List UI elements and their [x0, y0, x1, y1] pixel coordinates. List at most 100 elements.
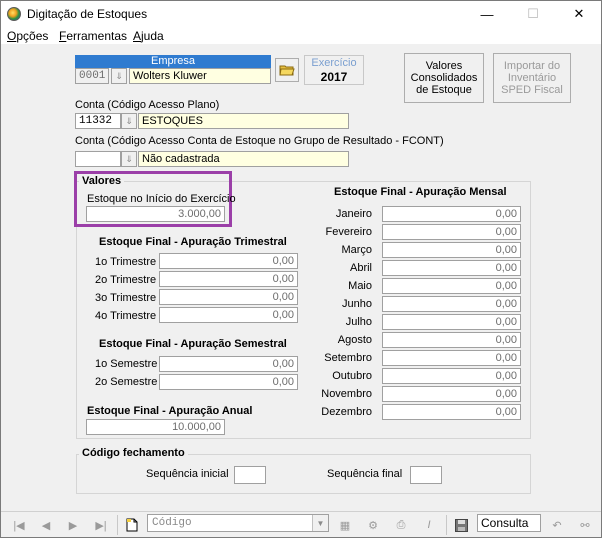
empresa-code-field[interactable]: 0001	[75, 68, 109, 84]
chevron-down-icon[interactable]: ▼	[312, 515, 328, 531]
binoculars-button: ⚯	[575, 515, 595, 535]
previous-record-button[interactable]: ◀	[36, 515, 56, 535]
month-label: Outubro	[332, 370, 372, 382]
month-label: Junho	[342, 298, 372, 310]
empresa-lookup-button[interactable]: ⇓	[111, 68, 127, 84]
month-label: Março	[341, 244, 372, 256]
anual-title: Estoque Final - Apuração Anual	[87, 405, 253, 417]
mensal-title: Estoque Final - Apuração Mensal	[334, 186, 507, 198]
conta-code-field[interactable]: 11332	[75, 113, 121, 129]
month-label: Dezembro	[321, 406, 372, 418]
minimize-button[interactable]: —	[465, 1, 509, 27]
toolbar-separator	[117, 515, 118, 535]
trimestre-2-label: 2o Trimestre	[95, 274, 157, 286]
trimestre-4-label: 4o Trimestre	[95, 310, 157, 322]
conta-label: Conta (Código Acesso Plano)	[75, 99, 220, 111]
conta-fcont-code-field[interactable]	[75, 151, 121, 167]
trimestre-1-field[interactable]: 0,00	[159, 253, 298, 269]
print-button: ⎙	[391, 515, 411, 535]
semestre-2-field[interactable]: 0,00	[159, 374, 298, 390]
empresa-name-field[interactable]: Wolters Kluwer	[129, 68, 271, 84]
sequencia-final-label: Sequência final	[327, 468, 403, 480]
month-value-field[interactable]: 0,00	[382, 350, 521, 366]
conta-fcont-label: Conta (Código Acesso Conta de Estoque no…	[75, 135, 444, 147]
month-label: Maio	[348, 280, 372, 292]
status-mode: Consulta	[477, 514, 541, 532]
first-record-icon: |◀	[13, 519, 25, 532]
semestral-title: Estoque Final - Apuração Semestral	[99, 338, 287, 350]
italic-button: I	[419, 515, 439, 535]
menu-opcoes[interactable]: Opções	[7, 29, 48, 43]
undo-icon: ↶	[552, 519, 562, 532]
app-icon	[7, 7, 21, 21]
next-icon: ▶	[68, 519, 78, 532]
exercicio-value: 2017	[320, 70, 348, 84]
close-button[interactable]: ✕	[557, 1, 601, 27]
sequencia-inicial-field[interactable]	[234, 466, 266, 484]
month-label: Agosto	[337, 334, 372, 346]
menu-ajuda[interactable]: Ajuda	[133, 29, 164, 43]
search-combo[interactable]: Código ▼	[147, 514, 329, 532]
maximize-button: ☐	[527, 6, 539, 21]
month-value-field[interactable]: 0,00	[382, 314, 521, 330]
month-value-field[interactable]: 0,00	[382, 332, 521, 348]
month-value-field[interactable]: 0,00	[382, 296, 521, 312]
menu-bar: Opções Ferramentas Ajuda	[1, 27, 601, 45]
open-folder-button[interactable]	[275, 58, 299, 82]
menu-ferramentas[interactable]: Ferramentas	[59, 29, 127, 43]
edit-icon: ▦	[339, 519, 351, 532]
lookup-icon: ⇓	[125, 153, 133, 164]
month-label: Abril	[349, 262, 372, 274]
trimestre-3-label: 3o Trimestre	[95, 292, 157, 304]
month-label: Janeiro	[335, 208, 372, 220]
undo-button: ↶	[547, 515, 567, 535]
italic-icon: I	[427, 519, 431, 531]
anual-field[interactable]: 10.000,00	[86, 419, 225, 435]
month-value-field[interactable]: 0,00	[382, 368, 521, 384]
tools-button: ⚙	[363, 515, 383, 535]
valores-consolidados-button[interactable]: Valores Consolidados de Estoque	[404, 53, 484, 103]
month-value-field[interactable]: 0,00	[382, 206, 521, 222]
sequencia-final-field[interactable]	[410, 466, 442, 484]
save-button[interactable]	[451, 515, 471, 535]
semestre-1-field[interactable]: 0,00	[159, 356, 298, 372]
month-value-field[interactable]: 0,00	[382, 242, 521, 258]
conta-lookup-button[interactable]: ⇓	[121, 113, 137, 129]
trimestre-4-field[interactable]: 0,00	[159, 307, 298, 323]
conta-fcont-name-field[interactable]: Não cadastrada	[138, 151, 349, 167]
last-record-button[interactable]: ▶|	[91, 515, 111, 535]
lookup-icon: ⇓	[115, 70, 123, 81]
trimestre-1-label: 1o Trimestre	[95, 256, 157, 268]
folder-icon	[279, 65, 295, 76]
last-record-icon: ▶|	[95, 519, 107, 532]
month-value-field[interactable]: 0,00	[382, 260, 521, 276]
previous-icon: ◀	[41, 519, 51, 532]
trimestral-title: Estoque Final - Apuração Trimestral	[99, 236, 287, 248]
window: Digitação de Estoques — ☐ ✕ Opções Ferra…	[0, 0, 602, 538]
semestre-2-label: 2o Semestre	[95, 376, 158, 388]
new-document-icon	[126, 518, 138, 532]
trimestre-3-field[interactable]: 0,00	[159, 289, 298, 305]
conta-fcont-lookup-button[interactable]: ⇓	[121, 151, 137, 167]
edit-button: ▦	[335, 515, 355, 535]
sequencia-inicial-label: Sequência inicial	[146, 468, 229, 480]
month-label: Novembro	[321, 388, 372, 400]
month-value-field[interactable]: 0,00	[382, 278, 521, 294]
new-document-button[interactable]	[122, 515, 142, 535]
month-value-field[interactable]: 0,00	[382, 386, 521, 402]
month-label: Setembro	[324, 352, 372, 364]
conta-name-field[interactable]: ESTOQUES	[138, 113, 349, 129]
importar-inventario-button: Importar do Inventário SPED Fiscal	[493, 53, 571, 103]
exercicio-box: Exercício 2017	[304, 55, 364, 85]
semestre-1-label: 1o Semestre	[95, 358, 158, 370]
month-value-field[interactable]: 0,00	[382, 404, 521, 420]
estoque-inicio-field[interactable]: 3.000,00	[86, 206, 225, 222]
month-value-field[interactable]: 0,00	[382, 224, 521, 240]
fechamento-title: Código fechamento	[79, 447, 188, 459]
toolbar-separator	[446, 515, 447, 535]
next-record-button[interactable]: ▶	[63, 515, 83, 535]
save-icon	[454, 518, 468, 532]
window-title: Digitação de Estoques	[27, 7, 148, 21]
first-record-button[interactable]: |◀	[9, 515, 29, 535]
trimestre-2-field[interactable]: 0,00	[159, 271, 298, 287]
